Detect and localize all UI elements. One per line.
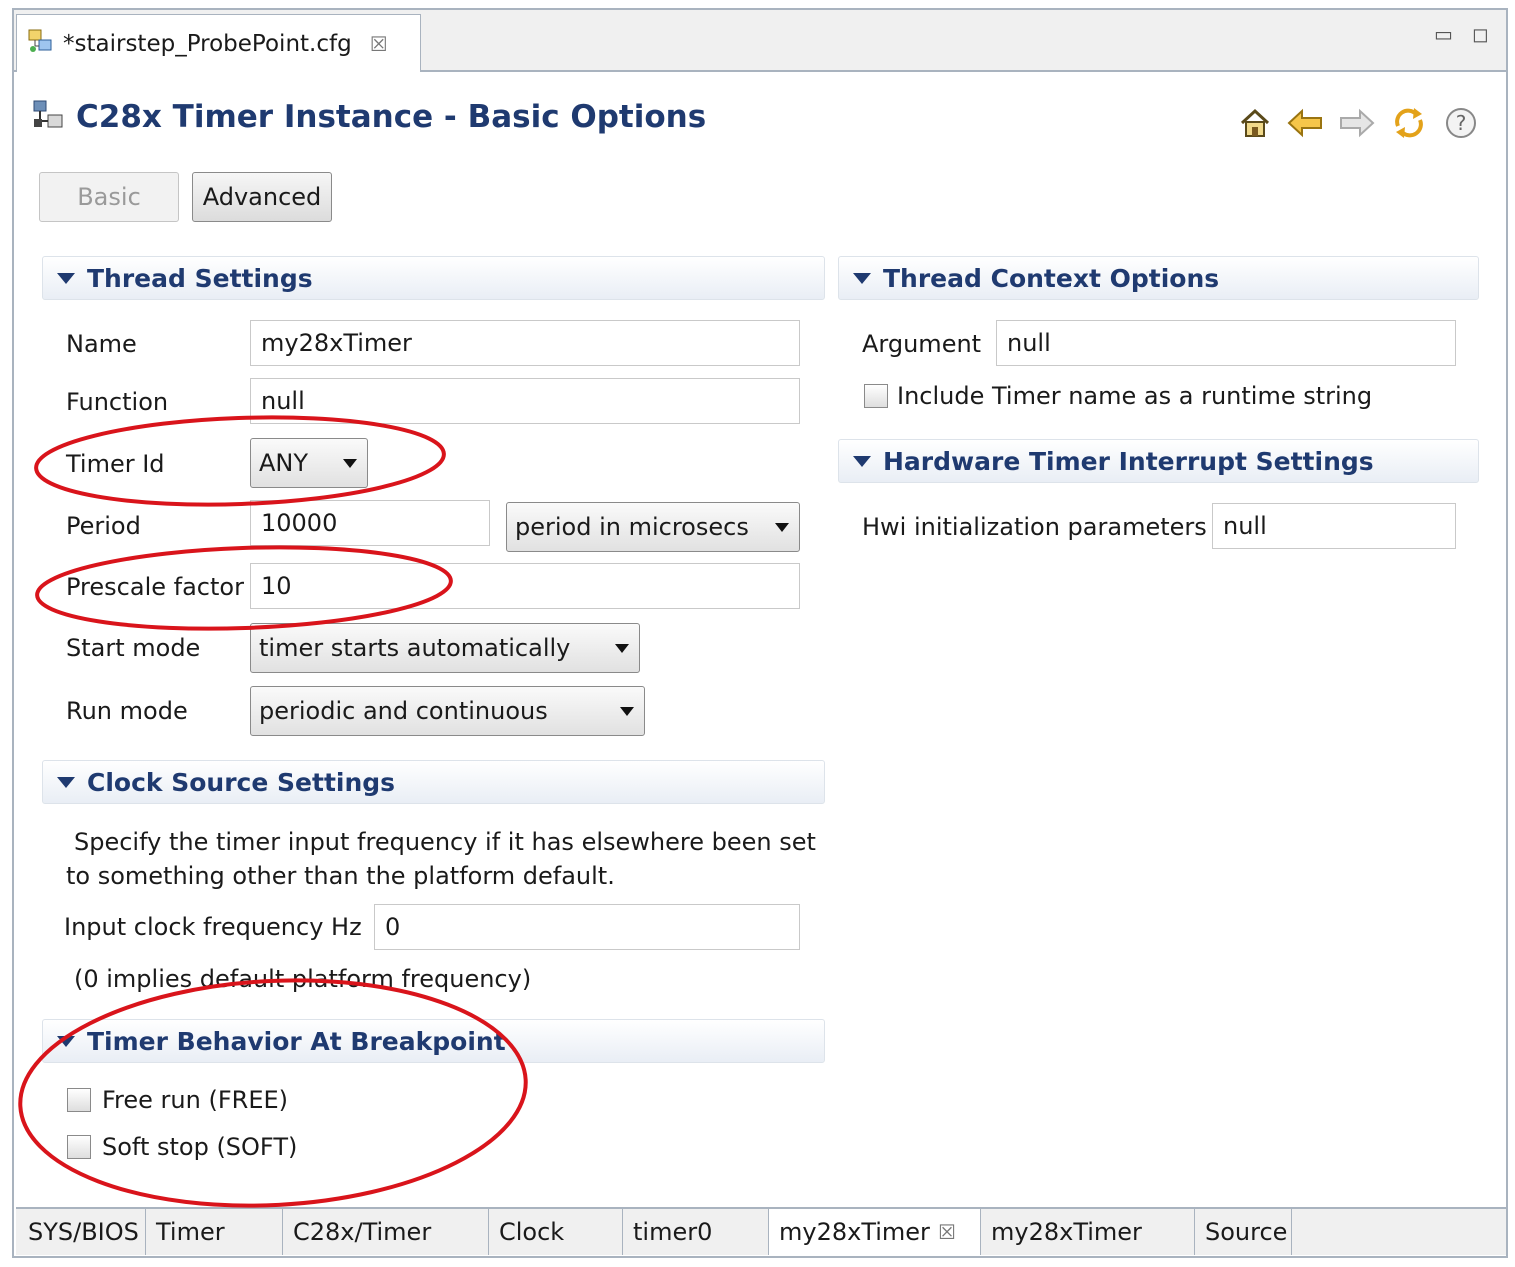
refresh-icon[interactable] <box>1390 104 1428 142</box>
dropdown-arrow-icon <box>615 643 629 653</box>
run-mode-select[interactable]: periodic and continuous <box>250 686 645 736</box>
collapse-triangle-icon <box>853 272 871 284</box>
name-input[interactable]: my28xTimer <box>250 320 800 366</box>
include-name-checkbox[interactable] <box>864 384 888 408</box>
dropdown-arrow-icon <box>343 458 357 468</box>
dropdown-arrow-icon <box>775 522 789 532</box>
editor-tab[interactable]: *stairstep_ProbePoint.cfg ☒ <box>16 14 421 72</box>
page-header: C28x Timer Instance - Basic Options <box>30 92 706 142</box>
input-frequency-input[interactable]: 0 <box>374 904 800 950</box>
free-run-label: Free run (FREE) <box>102 1086 289 1114</box>
thread-settings-section[interactable]: Thread Settings <box>42 256 825 300</box>
free-run-checkbox[interactable] <box>67 1088 91 1112</box>
timer-id-value: ANY <box>259 449 309 477</box>
timer-id-select[interactable]: ANY <box>250 438 368 488</box>
tab-label: my28xTimer <box>991 1218 1142 1246</box>
argument-input[interactable]: null <box>996 320 1456 366</box>
home-icon[interactable] <box>1236 104 1274 142</box>
thread-context-section[interactable]: Thread Context Options <box>838 256 1479 300</box>
forward-arrow-icon[interactable] <box>1338 104 1376 142</box>
clock-description-line2: to something other than the platform def… <box>66 862 615 890</box>
advanced-button[interactable]: Advanced <box>192 172 332 222</box>
tab-source[interactable]: Source <box>1195 1209 1292 1255</box>
tab-sys-bios[interactable]: SYS/BIOS <box>18 1209 146 1255</box>
tab-timer0[interactable]: timer0 <box>623 1209 769 1255</box>
section-title: Thread Settings <box>87 263 313 293</box>
tab-label: timer0 <box>633 1218 713 1246</box>
include-name-label: Include Timer name as a runtime string <box>897 382 1373 410</box>
tab-label: Clock <box>499 1218 565 1246</box>
hwi-params-input[interactable]: null <box>1212 503 1456 549</box>
tab-label: my28xTimer <box>779 1218 930 1246</box>
period-label: Period <box>66 512 141 540</box>
basic-button[interactable]: Basic <box>39 172 179 222</box>
hwi-settings-section[interactable]: Hardware Timer Interrupt Settings <box>838 439 1479 483</box>
help-icon[interactable]: ? <box>1442 104 1480 142</box>
minimize-icon[interactable]: ▭ <box>1434 22 1453 46</box>
tab-label: Timer <box>156 1218 225 1246</box>
collapse-triangle-icon <box>57 272 75 284</box>
name-label: Name <box>66 330 137 358</box>
tab-timer[interactable]: Timer <box>146 1209 283 1255</box>
editor-tab-label: *stairstep_ProbePoint.cfg <box>63 30 352 57</box>
breakpoint-section[interactable]: Timer Behavior At Breakpoint <box>42 1019 825 1063</box>
back-arrow-icon[interactable] <box>1286 104 1324 142</box>
prescale-input[interactable]: 10 <box>250 563 800 609</box>
collapse-triangle-icon <box>853 455 871 467</box>
tab-c28x-timer[interactable]: C28x/Timer <box>283 1209 489 1255</box>
dropdown-arrow-icon <box>620 706 634 716</box>
function-input[interactable]: null <box>250 378 800 424</box>
frequency-note: (0 implies default platform frequency) <box>74 965 532 993</box>
section-title: Hardware Timer Interrupt Settings <box>883 446 1374 476</box>
collapse-triangle-icon <box>57 1035 75 1047</box>
tab-label: SYS/BIOS <box>28 1218 139 1246</box>
period-input[interactable]: 10000 <box>250 500 490 546</box>
clock-description-line1: Specify the timer input frequency if it … <box>74 828 816 856</box>
prescale-label: Prescale factor <box>66 573 244 601</box>
input-frequency-label: Input clock frequency Hz <box>64 913 362 941</box>
function-label: Function <box>66 388 169 416</box>
close-icon[interactable]: ☒ <box>938 1220 956 1244</box>
run-mode-value: periodic and continuous <box>259 697 548 725</box>
period-unit-value: period in microsecs <box>515 513 749 541</box>
start-mode-select[interactable]: timer starts automatically <box>250 623 640 673</box>
hwi-params-label: Hwi initialization parameters <box>862 513 1207 541</box>
tab-my28xtimer-active[interactable]: my28xTimer ☒ <box>769 1209 981 1255</box>
start-mode-value: timer starts automatically <box>259 634 571 662</box>
tab-my28xtimer[interactable]: my28xTimer <box>981 1209 1195 1255</box>
start-mode-label: Start mode <box>66 634 201 662</box>
argument-label: Argument <box>862 330 982 358</box>
section-title: Timer Behavior At Breakpoint <box>87 1026 506 1056</box>
page-title: C28x Timer Instance - Basic Options <box>76 99 707 135</box>
clock-source-section[interactable]: Clock Source Settings <box>42 760 825 804</box>
soft-stop-label: Soft stop (SOFT) <box>102 1133 298 1161</box>
maximize-icon[interactable]: ◻ <box>1472 22 1489 46</box>
config-file-icon <box>27 28 53 60</box>
tab-label: C28x/Timer <box>293 1218 432 1246</box>
tab-clock[interactable]: Clock <box>489 1209 623 1255</box>
period-unit-select[interactable]: period in microsecs <box>506 502 800 552</box>
section-title: Thread Context Options <box>883 263 1220 293</box>
svg-text:?: ? <box>1456 111 1467 135</box>
timer-instance-icon <box>30 97 66 137</box>
section-title: Clock Source Settings <box>87 767 396 797</box>
tab-label: Source <box>1205 1218 1288 1246</box>
timer-id-label: Timer Id <box>66 450 165 478</box>
soft-stop-checkbox[interactable] <box>67 1135 91 1159</box>
close-icon[interactable]: ☒ <box>370 32 388 56</box>
collapse-triangle-icon <box>57 776 75 788</box>
run-mode-label: Run mode <box>66 697 188 725</box>
